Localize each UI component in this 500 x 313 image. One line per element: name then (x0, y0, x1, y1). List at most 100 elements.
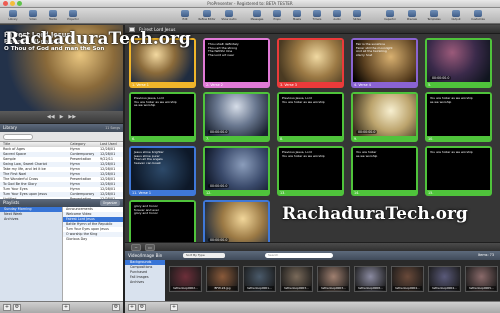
playlist-group[interactable]: Archives (0, 217, 62, 222)
slide-thumbnail[interactable]: You are holier as we worship as we worsh… (425, 92, 492, 142)
toolbar-label: Output (451, 18, 461, 21)
slide-label: 3. Verse 3 (280, 83, 297, 87)
toolbar-label: Inspector (383, 18, 397, 21)
bin-thumbnail[interactable]: tetherloop0001... (243, 266, 276, 292)
slide-canvas: You are holier as we worship (353, 148, 416, 190)
toolbar-label: Audio (333, 18, 341, 21)
add-item-button[interactable]: + (62, 304, 70, 311)
toolbar-projector-button[interactable]: Projector (63, 9, 83, 23)
import-button[interactable]: + (170, 304, 178, 311)
slide-text: Previous Jesus, Lord You are holier as w… (282, 150, 325, 158)
slide-text: Jesus shine brighter Jesus shine purer T… (134, 150, 164, 165)
settings-gear-icon[interactable]: ⚙ (112, 304, 120, 311)
library-header: Library 11 Songs (0, 124, 123, 132)
slide-thumbnail[interactable]: Thou shalt definitely Thou art the stron… (203, 38, 270, 88)
rewind-icon[interactable]: ◀◀ (47, 114, 55, 120)
bin-thumbnail[interactable]: tetherloop0004... (391, 266, 424, 292)
slide-label: 12. (206, 191, 212, 195)
slide-thumbnail[interactable]: Previous Jesus, Lord You are holier as w… (277, 146, 344, 196)
library-search-input[interactable] (3, 134, 33, 140)
toolbar-video-icon (29, 10, 37, 17)
library-count: 11 Songs (105, 126, 120, 130)
toolbar-templates-button[interactable]: Templates (424, 9, 444, 23)
slide-label: 9. (354, 137, 358, 141)
bin-thumbnail[interactable]: BFW-24.jpg (206, 266, 239, 292)
toolbar-timers-button[interactable]: Timers (307, 9, 327, 23)
toolbar-reflow-editor-button[interactable]: Reflow Editor (197, 9, 217, 23)
toolbar-library-button[interactable]: Library (3, 9, 23, 23)
bin-thumbnail-caption: tetherloop0005... (467, 286, 496, 290)
add-playlist-button[interactable]: + (3, 304, 11, 311)
slide-thumbnail[interactable]: 00:00:00.0 12. (203, 146, 270, 196)
bin-folder[interactable]: Archives (125, 280, 165, 285)
bin-thumbnail-caption: tetherloop0003... (319, 286, 348, 290)
slide-text: Previous Jesus, Lord You are holier as w… (282, 96, 325, 104)
toolbar-output-icon (452, 10, 460, 17)
gear-icon[interactable]: ⚙ (13, 304, 21, 311)
toolbar-slides-button[interactable]: Slides (347, 9, 367, 23)
bin-thumbnail[interactable]: tetherloop0005... (465, 266, 498, 292)
playlists-title: Playlists (3, 200, 20, 205)
toolbar-preview-button[interactable]: Preview (402, 9, 422, 23)
slide-thumbnail[interactable]: Previous Jesus, Lord You are holier as w… (277, 92, 344, 142)
slide-thumbnail[interactable]: Fair is the sunshine Fairer still the mo… (351, 38, 418, 88)
slide-canvas: You are holier as we worship as we worsh… (427, 94, 490, 136)
bin-thumbnail[interactable]: tetherloop0003... (280, 266, 313, 292)
toolbar-inspector-button[interactable]: Inspector (380, 9, 400, 23)
watermark-top: RachaduraTech.org (5, 29, 191, 49)
bin-thumbnail[interactable]: tetherloop0002... (169, 266, 202, 292)
bin-thumbnail-caption: tetherloop0004... (393, 286, 422, 290)
toolbar-audio-button[interactable]: Audio (327, 9, 347, 23)
toolbar-edit-button[interactable]: Edit (175, 9, 195, 23)
slide-thumbnail[interactable]: You are holier as we worship 14. (351, 146, 418, 196)
bin-thumbnail[interactable]: tetherloop0004... (428, 266, 461, 292)
slide-canvas: Previous Jesus, Lord You are holier as w… (279, 148, 342, 190)
slide-canvas: Thou shalt definitely Thou art the stron… (205, 40, 268, 82)
library-table: Title Category Last Used Rock of Ages Hymn 12… (0, 142, 123, 199)
toolbar-audio-icon (333, 10, 341, 17)
organize-button[interactable]: Organize (99, 200, 120, 206)
slide-grid-footer: − ▭ (125, 242, 500, 251)
toolbar-label: Timers (312, 18, 322, 21)
bin-thumbnail[interactable]: tetherloop0003... (317, 266, 350, 292)
toolbar-props-button[interactable]: Props (267, 9, 287, 23)
bin-thumbnails: tetherloop0002... BFW-24.jpg tetherloop000… (165, 260, 500, 301)
window-titlebar: ProPresenter - Registered to: BETA TESTE… (0, 0, 500, 8)
slide-thumbnail[interactable]: You are holier as we worship 15. (425, 146, 492, 196)
toolbar-label: Slides (353, 18, 361, 21)
slide-thumbnail[interactable]: Jesus shine brighter Jesus shine purer T… (129, 146, 196, 196)
toolbar-media-button[interactable]: Media (43, 9, 63, 23)
sort-select[interactable]: Sort By Type (183, 253, 225, 258)
toolbar-masks-button[interactable]: Masks (287, 9, 307, 23)
slide-text: Previous Jesus, Lord You are holier as w… (134, 96, 177, 108)
add-folder-button[interactable]: + (128, 304, 136, 311)
toolbar-props-icon (273, 10, 281, 17)
slide-thumbnail[interactable]: 00:00:00.0 7. (203, 92, 270, 142)
toolbar-messages-button[interactable]: Messages (247, 9, 267, 23)
toolbar-customize-icon (474, 10, 482, 17)
play-icon[interactable]: ▶ (60, 114, 64, 120)
slide-thumbnail[interactable]: 00:00:00.0 5. (425, 38, 492, 88)
bin-thumbnail[interactable]: tetherloop0008... (354, 266, 387, 292)
toolbar-media-icon (49, 10, 57, 17)
bin-search-input[interactable]: Search (265, 253, 333, 258)
slide-thumbnail[interactable]: Previous Jesus, Lord You are holier as w… (129, 92, 196, 142)
slide-label: 10. (428, 137, 434, 141)
toolbar-customize-button[interactable]: Customize (468, 9, 488, 23)
zoom-out-button[interactable]: − (131, 244, 141, 251)
slide-label: 13. (280, 191, 286, 195)
layout-button[interactable]: ▭ (145, 244, 155, 251)
toolbar-label: Video (29, 18, 37, 21)
fast-forward-icon[interactable]: ▶▶ (68, 114, 76, 120)
slide-timecode: 00:00:00.0 (430, 76, 452, 80)
slide-thumbnail[interactable]: 00:00:00.0 9. (351, 92, 418, 142)
toolbar-output-button[interactable]: Output (446, 9, 466, 23)
toolbar-video-button[interactable]: Video (23, 9, 43, 23)
slide-thumbnail[interactable]: 3. Verse 3 (277, 38, 344, 88)
toolbar-show-audio-icon (225, 10, 233, 17)
bin-gear-icon[interactable]: ⚙ (138, 304, 146, 311)
toolbar-show-audio-button[interactable]: Show Audio (219, 9, 239, 23)
slide-label: 2. Verse 2 (206, 83, 223, 87)
slide-canvas: glory and honor forever and ever glory a… (131, 202, 194, 244)
playlist-item[interactable]: Glorious Day (63, 237, 123, 242)
